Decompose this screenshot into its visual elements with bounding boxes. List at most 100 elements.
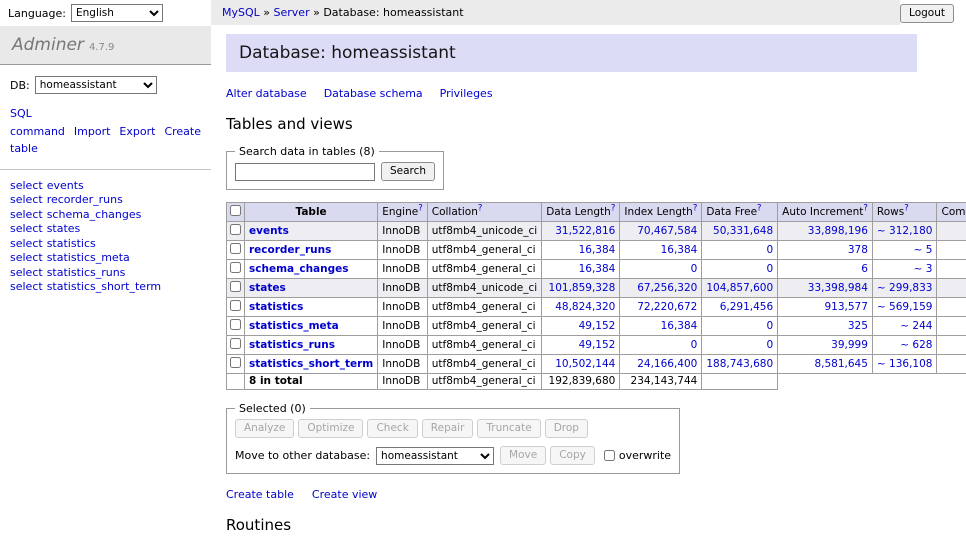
data-length-link[interactable]: 49,152 bbox=[579, 339, 616, 351]
table-link[interactable]: statistics_short_term bbox=[47, 280, 161, 293]
data-free-link[interactable]: 188,743,680 bbox=[706, 358, 773, 370]
row-checkbox[interactable] bbox=[230, 262, 241, 273]
db-action-database-schema[interactable]: Database schema bbox=[324, 87, 423, 100]
auto-increment-link[interactable]: 8,581,645 bbox=[814, 358, 867, 370]
table-name-link[interactable]: statistics_meta bbox=[249, 320, 339, 332]
table-name-link[interactable]: recorder_runs bbox=[249, 244, 331, 256]
data-free-link[interactable]: 0 bbox=[766, 244, 773, 256]
data-free-link[interactable]: 104,857,600 bbox=[706, 282, 773, 294]
copy-button[interactable]: Copy bbox=[550, 446, 595, 465]
bulk-truncate-button[interactable]: Truncate bbox=[477, 419, 540, 438]
select-all-checkbox[interactable] bbox=[230, 205, 241, 216]
column-help-link[interactable]: ? bbox=[611, 203, 616, 213]
data-free-link[interactable]: 0 bbox=[766, 339, 773, 351]
auto-increment-link[interactable]: 33,398,984 bbox=[808, 282, 868, 294]
overwrite-checkbox[interactable] bbox=[604, 450, 615, 461]
index-length-link[interactable]: 16,384 bbox=[661, 320, 698, 332]
bulk-drop-button[interactable]: Drop bbox=[545, 419, 588, 438]
data-free-link[interactable]: 0 bbox=[766, 320, 773, 332]
create-link-create-view[interactable]: Create view bbox=[312, 488, 377, 501]
bulk-analyze-button[interactable]: Analyze bbox=[235, 419, 294, 438]
auto-increment-link[interactable]: 325 bbox=[848, 320, 868, 332]
data-length-link[interactable]: 31,522,816 bbox=[555, 225, 615, 237]
column-help-link[interactable]: ? bbox=[478, 203, 483, 213]
language-select[interactable]: English bbox=[71, 4, 163, 22]
bulk-repair-button[interactable]: Repair bbox=[422, 419, 474, 438]
data-length-link[interactable]: 16,384 bbox=[579, 244, 616, 256]
auto-increment-link[interactable]: 39,999 bbox=[831, 339, 868, 351]
row-checkbox[interactable] bbox=[230, 224, 241, 235]
table-link[interactable]: statistics_meta bbox=[47, 251, 130, 264]
search-input[interactable] bbox=[235, 163, 375, 181]
logout-button[interactable]: Logout bbox=[900, 4, 954, 23]
index-length-link[interactable]: 0 bbox=[691, 263, 698, 275]
column-help-link[interactable]: ? bbox=[863, 203, 868, 213]
table-link[interactable]: statistics bbox=[47, 237, 96, 250]
data-length-link[interactable]: 48,824,320 bbox=[555, 301, 615, 313]
index-length-link[interactable]: 70,467,584 bbox=[637, 225, 697, 237]
row-checkbox[interactable] bbox=[230, 243, 241, 254]
rows-count-link[interactable]: ~ 3 bbox=[914, 263, 933, 275]
search-button[interactable]: Search bbox=[381, 162, 435, 181]
table-link[interactable]: recorder_runs bbox=[47, 193, 123, 206]
table-name-link[interactable]: statistics_runs bbox=[249, 339, 335, 351]
index-length-link[interactable]: 24,166,400 bbox=[637, 358, 697, 370]
select-link[interactable]: select bbox=[10, 251, 43, 264]
table-link[interactable]: schema_changes bbox=[47, 208, 142, 221]
index-length-link[interactable]: 72,220,672 bbox=[637, 301, 697, 313]
data-free-link[interactable]: 50,331,648 bbox=[713, 225, 773, 237]
select-link[interactable]: select bbox=[10, 266, 43, 279]
data-length-link[interactable]: 10,502,144 bbox=[555, 358, 615, 370]
index-length-link[interactable]: 67,256,320 bbox=[637, 282, 697, 294]
db-action-privileges[interactable]: Privileges bbox=[440, 87, 493, 100]
table-link[interactable]: events bbox=[47, 179, 84, 192]
auto-increment-link[interactable]: 33,898,196 bbox=[808, 225, 868, 237]
table-name-link[interactable]: schema_changes bbox=[249, 263, 349, 275]
breadcrumb-link[interactable]: MySQL bbox=[222, 6, 260, 19]
adminer-logo[interactable]: Adminer bbox=[12, 35, 84, 55]
sidebar-link-import[interactable]: Import bbox=[74, 125, 111, 138]
sidebar-link-export[interactable]: Export bbox=[119, 125, 155, 138]
move-button[interactable]: Move bbox=[500, 446, 546, 465]
db-select[interactable]: homeassistant bbox=[35, 76, 157, 94]
row-checkbox[interactable] bbox=[230, 357, 241, 368]
table-link[interactable]: states bbox=[47, 222, 81, 235]
table-link[interactable]: statistics_runs bbox=[47, 266, 126, 279]
index-length-link[interactable]: 0 bbox=[691, 339, 698, 351]
column-help-link[interactable]: ? bbox=[693, 203, 698, 213]
table-name-link[interactable]: states bbox=[249, 282, 286, 294]
sidebar-link-sql-command[interactable]: SQL command bbox=[10, 107, 65, 138]
table-name-link[interactable]: statistics_short_term bbox=[249, 358, 373, 370]
breadcrumb-link[interactable]: Server bbox=[274, 6, 310, 19]
select-link[interactable]: select bbox=[10, 179, 43, 192]
auto-increment-link[interactable]: 378 bbox=[848, 244, 868, 256]
select-link[interactable]: select bbox=[10, 193, 43, 206]
data-length-link[interactable]: 49,152 bbox=[579, 320, 616, 332]
auto-increment-link[interactable]: 6 bbox=[861, 263, 868, 275]
row-checkbox[interactable] bbox=[230, 319, 241, 330]
column-help-link[interactable]: ? bbox=[757, 203, 762, 213]
auto-increment-link[interactable]: 913,577 bbox=[825, 301, 868, 313]
data-length-link[interactable]: 16,384 bbox=[579, 263, 616, 275]
select-link[interactable]: select bbox=[10, 237, 43, 250]
rows-count-link[interactable]: ~ 312,180 bbox=[877, 225, 933, 237]
rows-count-link[interactable]: ~ 569,159 bbox=[877, 301, 933, 313]
row-checkbox[interactable] bbox=[230, 281, 241, 292]
rows-count-link[interactable]: ~ 5 bbox=[914, 244, 933, 256]
rows-count-link[interactable]: ~ 136,108 bbox=[877, 358, 933, 370]
row-checkbox[interactable] bbox=[230, 338, 241, 349]
move-db-select[interactable]: homeassistant bbox=[376, 447, 494, 465]
select-link[interactable]: select bbox=[10, 208, 43, 221]
db-action-alter-database[interactable]: Alter database bbox=[226, 87, 307, 100]
index-length-link[interactable]: 16,384 bbox=[661, 244, 698, 256]
create-link-create-table[interactable]: Create table bbox=[226, 488, 294, 501]
table-name-link[interactable]: statistics bbox=[249, 301, 303, 313]
data-free-link[interactable]: 0 bbox=[766, 263, 773, 275]
select-link[interactable]: select bbox=[10, 222, 43, 235]
column-help-link[interactable]: ? bbox=[418, 203, 423, 213]
rows-count-link[interactable]: ~ 628 bbox=[900, 339, 932, 351]
table-name-link[interactable]: events bbox=[249, 225, 289, 237]
rows-count-link[interactable]: ~ 244 bbox=[900, 320, 932, 332]
rows-count-link[interactable]: ~ 299,833 bbox=[877, 282, 933, 294]
row-checkbox[interactable] bbox=[230, 300, 241, 311]
